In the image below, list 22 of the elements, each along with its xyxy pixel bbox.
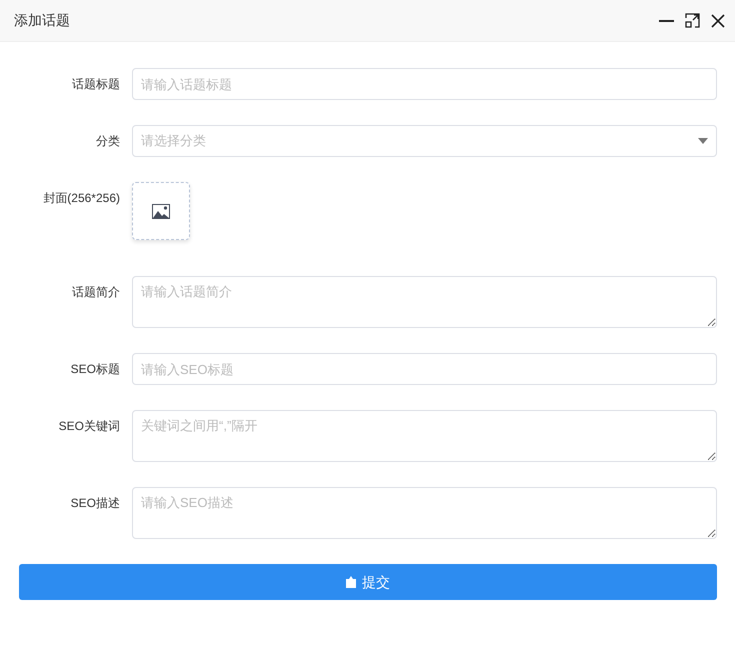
field-label: SEO关键词: [58, 418, 121, 434]
field-label: 分类: [95, 133, 121, 149]
field-label: SEO描述: [70, 495, 121, 511]
close-icon[interactable]: [711, 14, 725, 28]
window-title: 添加话题: [14, 11, 70, 30]
image-icon: [152, 204, 170, 218]
submit-button[interactable]: 提交: [19, 564, 717, 600]
field-label: 封面(256*256): [42, 190, 121, 206]
image-upload[interactable]: [132, 182, 190, 240]
textarea-field[interactable]: 请输入话题简介: [132, 276, 717, 328]
field-label: 话题标题: [71, 76, 121, 92]
textarea-field[interactable]: 请输入SEO描述: [132, 487, 717, 539]
field-label: 话题简介: [71, 284, 121, 300]
maximize-icon[interactable]: [685, 13, 700, 28]
text-field[interactable]: 请输入话题标题: [132, 68, 717, 100]
select-field[interactable]: 请选择分类: [132, 125, 717, 157]
textarea-field[interactable]: 关键词之间用“,”隔开: [132, 410, 717, 462]
select-placeholder: 请选择分类: [141, 132, 206, 150]
field-label: SEO标题: [70, 361, 121, 377]
caret-icon: [698, 138, 708, 144]
text-field[interactable]: 请输入SEO标题: [132, 353, 717, 385]
upload-icon: [346, 576, 356, 588]
